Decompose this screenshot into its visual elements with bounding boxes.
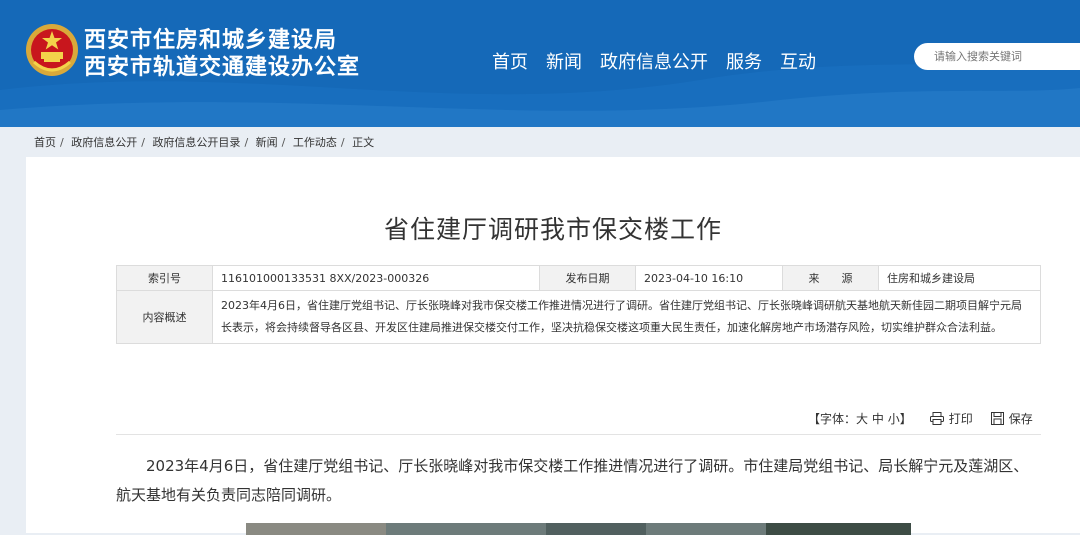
breadcrumb-gov-info-catalog[interactable]: 政府信息公开目录 <box>152 136 240 149</box>
site-title: 西安市住房和城乡建设局 西安市轨道交通建设办公室 <box>84 27 360 81</box>
printer-icon <box>929 412 944 425</box>
breadcrumb-home[interactable]: 首页 <box>34 136 56 149</box>
nav-home[interactable]: 首页 <box>492 48 528 74</box>
font-size-medium[interactable]: 中 <box>872 412 884 426</box>
breadcrumb-work-updates[interactable]: 工作动态 <box>293 136 337 149</box>
nav-gov-info[interactable]: 政府信息公开 <box>600 48 708 74</box>
search-box <box>914 43 1080 70</box>
date-label: 发布日期 <box>539 265 636 291</box>
breadcrumb-news[interactable]: 新闻 <box>256 136 278 149</box>
org-name-line1: 西安市住房和城乡建设局 <box>84 28 338 53</box>
article-body-paragraph: 2023年4月6日，省住建厅党组书记、厅长张晓峰对我市保交楼工作推进情况进行了调… <box>116 457 1029 504</box>
article-meta-table: 索引号 116101000133531 8XX/2023-000326 发布日期… <box>116 265 1041 344</box>
source-value: 住房和城乡建设局 <box>878 265 1041 291</box>
nav-interaction[interactable]: 互动 <box>780 48 816 74</box>
date-value: 2023-04-10 16:10 <box>635 265 783 291</box>
nav-news[interactable]: 新闻 <box>546 48 582 74</box>
font-size-large[interactable]: 大 <box>856 412 868 426</box>
divider <box>116 434 1041 435</box>
breadcrumb-current: 正文 <box>352 136 375 149</box>
article-title: 省住建厅调研我市保交楼工作 <box>383 215 722 244</box>
article-tools: 【字体：大 中 小】 打印 保存 <box>808 410 1033 427</box>
article-photo <box>246 523 911 535</box>
breadcrumb-separator: / <box>141 136 145 149</box>
breadcrumb-separator: / <box>340 136 345 149</box>
article-panel: 省住建厅调研我市保交楼工作 索引号 116101000133531 8XX/20… <box>26 157 1080 535</box>
print-button[interactable]: 打印 <box>929 410 973 427</box>
save-label: 保存 <box>1008 412 1033 426</box>
source-label: 来 源 <box>782 265 879 291</box>
index-label: 索引号 <box>116 265 213 291</box>
summary-label: 内容概述 <box>116 290 213 344</box>
nav-service[interactable]: 服务 <box>726 48 762 74</box>
org-name-line2: 西安市轨道交通建设办公室 <box>84 55 361 80</box>
national-emblem-icon <box>26 24 78 76</box>
breadcrumb: 首页 / 政府信息公开 / 政府信息公开目录 / 新闻 / 工作动态 / 正文 <box>34 134 374 150</box>
index-value: 116101000133531 8XX/2023-000326 <box>212 265 540 291</box>
breadcrumb-gov-info[interactable]: 政府信息公开 <box>71 136 137 149</box>
font-size-suffix: 】 <box>899 412 912 426</box>
breadcrumb-separator: / <box>60 136 64 149</box>
site-header: 西安市住房和城乡建设局 西安市轨道交通建设办公室 首页 新闻 政府信息公开 服务… <box>0 0 1080 127</box>
save-icon <box>990 412 1004 425</box>
summary-value: 2023年4月6日，省住建厅党组书记、厅长张晓峰对我市保交楼工作推进情况进行了调… <box>212 290 1041 344</box>
font-size-prefix: 【字体： <box>808 412 857 426</box>
search-input[interactable] <box>932 49 1076 64</box>
breadcrumb-separator: / <box>244 136 249 149</box>
save-button[interactable]: 保存 <box>990 410 1033 427</box>
main-nav: 首页 新闻 政府信息公开 服务 互动 <box>492 48 834 74</box>
print-label: 打印 <box>948 412 973 426</box>
meta-row: 内容概述 2023年4月6日，省住建厅党组书记、厅长张晓峰对我市保交楼工作推进情… <box>116 290 1041 344</box>
font-size-small[interactable]: 小 <box>888 412 900 426</box>
breadcrumb-separator: / <box>281 136 286 149</box>
font-size-switcher: 【字体：大 中 小】 <box>808 410 912 427</box>
meta-row: 索引号 116101000133531 8XX/2023-000326 发布日期… <box>116 265 1041 291</box>
